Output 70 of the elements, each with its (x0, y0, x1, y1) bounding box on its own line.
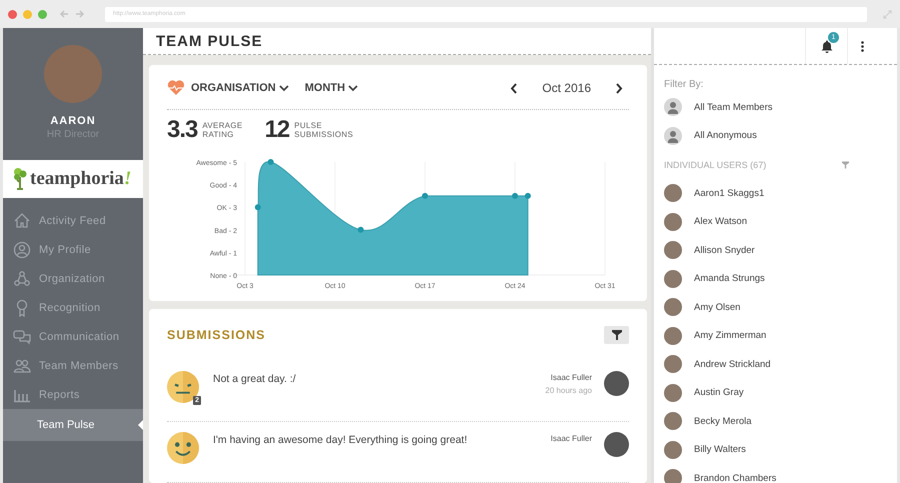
author-name: Isaac Fuller (550, 373, 592, 382)
minimize-dot[interactable] (23, 10, 32, 18)
user-item[interactable]: Andrew Strickland (664, 350, 887, 378)
stat-label: PULSE SUBMISSIONS (294, 121, 354, 139)
user-photo-placeholder (664, 384, 682, 402)
section-title: SUBMISSIONS (167, 328, 266, 342)
user-photo-placeholder (664, 440, 682, 459)
user-item[interactable]: Allison Snyder (664, 236, 887, 264)
chevron-right-icon (615, 82, 623, 94)
filter-icon (612, 330, 622, 340)
maximize-dot[interactable] (38, 10, 47, 18)
filter-option[interactable]: All Anonymous (664, 122, 887, 150)
user-photo-placeholder (664, 270, 682, 288)
user-silhouette-icon (664, 98, 682, 116)
user-photo-placeholder (664, 412, 682, 430)
user-photo-placeholder (664, 469, 682, 483)
bell-icon (820, 40, 832, 52)
scope-dropdown[interactable]: ORGANISATION (191, 82, 289, 94)
user-silhouette-icon (664, 126, 682, 145)
user-photo-placeholder (664, 184, 682, 202)
filter-option[interactable]: All Team Members (664, 93, 887, 122)
users-heading: INDIVIDUAL USERS (67) (664, 160, 766, 170)
back-arrow-icon (59, 9, 69, 19)
user-photo-placeholder (664, 241, 682, 260)
user-photo-placeholder (664, 355, 682, 374)
profile-name: AARON (50, 115, 96, 127)
chevron-down-icon (278, 84, 289, 92)
author-photo-placeholder (604, 432, 629, 457)
close-dot[interactable] (8, 10, 17, 18)
chat-bubbles-icon (13, 328, 31, 346)
user-item[interactable]: Aaron1 Skaggs1 (664, 179, 887, 208)
user-item[interactable]: Amy Zimmerman (664, 322, 887, 350)
stat-value: 3.3 (167, 116, 198, 144)
user-item[interactable]: Austin Gray (664, 378, 887, 407)
user-item[interactable]: Amanda Strungs (664, 264, 887, 293)
user-item[interactable]: Billy Walters (664, 436, 887, 464)
period-dropdown[interactable]: MONTH (304, 82, 358, 94)
month-label: Oct 2016 (542, 81, 591, 95)
profile-icon (13, 240, 31, 258)
submission-text: Not a great day. :/ (213, 373, 297, 385)
user-photo-placeholder (664, 212, 682, 231)
user-photo-placeholder (664, 298, 682, 316)
stat-value: 12 (264, 116, 290, 144)
chevron-down-icon (348, 84, 358, 92)
sidebar-subitem[interactable]: Team Pulse (3, 409, 143, 441)
author-name: Isaac Fuller (550, 434, 592, 443)
neutral-face-icon (167, 371, 199, 403)
user-item[interactable]: Amy Olsen (664, 293, 887, 322)
user-item[interactable]: Alex Watson (664, 208, 887, 236)
submission-time: 20 hours ago (545, 386, 592, 395)
forward-arrow-icon (75, 9, 85, 19)
submission-text: I'm having an awesome day! Everything is going great! (213, 434, 468, 446)
happy-face-icon (167, 432, 199, 464)
page-title: TEAM PULSE (156, 32, 263, 50)
home-icon (13, 212, 31, 230)
filter-button[interactable] (604, 326, 629, 344)
user-item[interactable]: Becky Merola (664, 407, 887, 436)
filter-icon (842, 160, 849, 168)
heart-pulse-icon (167, 80, 185, 96)
user-item[interactable]: Brandon Chambers (664, 464, 887, 483)
user-photo-placeholder (664, 326, 682, 345)
author-photo-placeholder (604, 371, 629, 396)
organization-icon (13, 270, 31, 288)
filter-label: Filter By: (664, 79, 704, 92)
chevron-left-icon (510, 82, 518, 94)
tree-logo-icon (12, 167, 28, 191)
kebab-menu-icon (861, 40, 864, 52)
logo-wordmark: teamphoria! (30, 168, 132, 190)
stat-label: AVERAGE RATING (202, 121, 243, 139)
expand-icon (883, 10, 892, 18)
